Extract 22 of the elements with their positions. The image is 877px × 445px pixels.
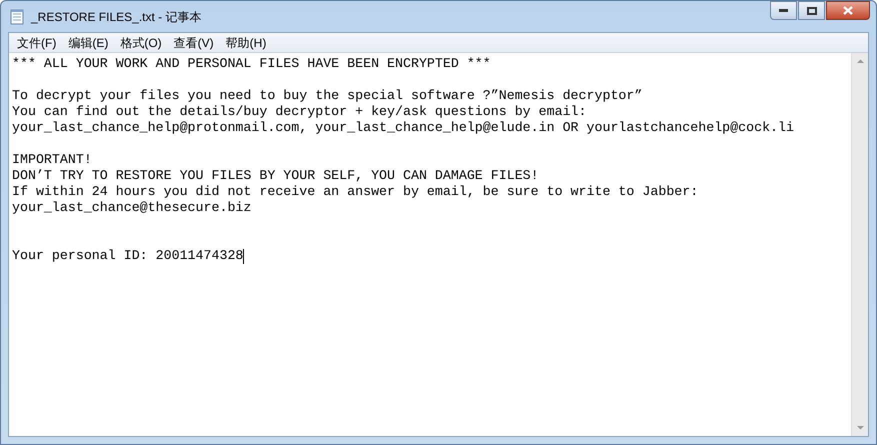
text-line: your_last_chance@thesecure.biz xyxy=(12,200,252,216)
menu-item[interactable]: 文件(F) xyxy=(11,34,62,52)
close-button[interactable] xyxy=(826,1,870,20)
close-icon xyxy=(843,6,853,15)
menu-item[interactable]: 编辑(E) xyxy=(62,34,114,52)
text-line: IMPORTANT! xyxy=(12,152,92,168)
text-line: You can find out the details/buy decryptor + key/ask questions by email: xyxy=(12,104,587,120)
text-line: If within 24 hours you did not receive an answer by email, be sure to write to Jabber: xyxy=(12,184,698,200)
maximize-icon xyxy=(806,6,816,14)
minimize-icon xyxy=(779,9,788,12)
text-line: To decrypt your files you need to buy the special software ?”Nemesis decryptor” xyxy=(12,88,642,104)
minimize-button[interactable] xyxy=(770,1,797,20)
menu-item[interactable]: 格式(O) xyxy=(114,34,168,52)
text-line: Your personal ID: 20011474328 xyxy=(12,248,244,264)
menu-item[interactable]: 查看(V) xyxy=(168,34,220,52)
maximize-button[interactable] xyxy=(798,1,825,20)
notepad-icon xyxy=(10,8,24,24)
window-title: _RESTORE FILES_.txt - 记事本 xyxy=(31,8,202,26)
text-line: DON’T TRY TO RESTORE YOU FILES BY YOUR SELF, YOU CAN DAMAGE FILES! xyxy=(12,168,539,184)
text-line: your_last_chance_help@protonmail.com, your_last_chance_help@elude.in OR yourlastchancehelp@cock.li xyxy=(12,120,794,136)
text-line: *** ALL YOUR WORK AND PERSONAL FILES HAVE BEEN ENCRYPTED *** xyxy=(12,56,491,72)
menu-item[interactable]: 帮助(H) xyxy=(220,34,272,52)
